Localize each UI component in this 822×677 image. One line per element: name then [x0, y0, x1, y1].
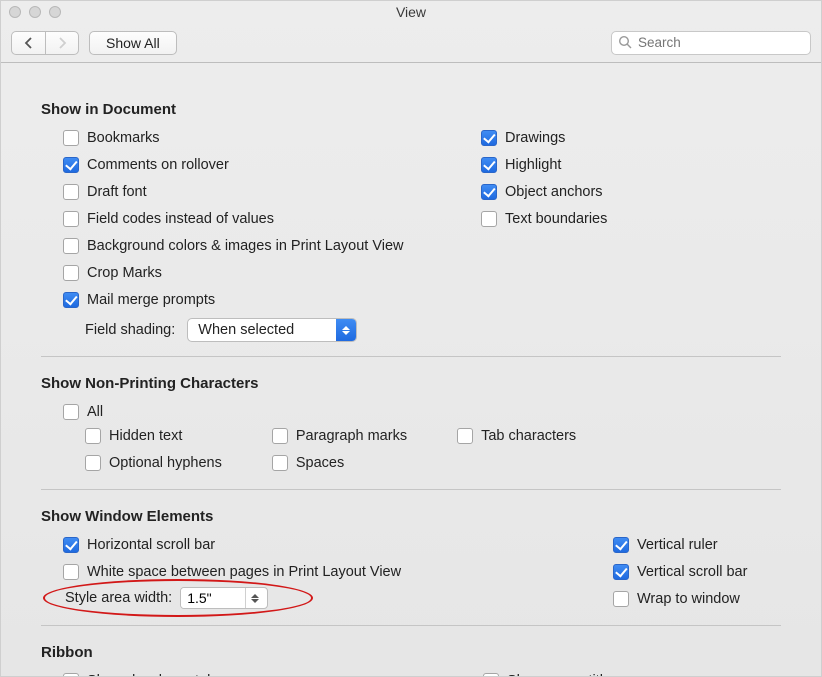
checkbox-spaces[interactable]: Spaces: [272, 451, 407, 475]
heading-ribbon: Ribbon: [41, 644, 781, 661]
style-area-input[interactable]: [181, 588, 245, 608]
checkbox-vertical-scroll[interactable]: Vertical scroll bar: [613, 560, 747, 584]
heading-nonprinting: Show Non-Printing Characters: [41, 375, 781, 392]
label: Bookmarks: [87, 126, 160, 150]
label: Object anchors: [505, 180, 603, 204]
search-field[interactable]: [611, 31, 811, 55]
label: Mail merge prompts: [87, 288, 215, 312]
stepper-arrows-icon[interactable]: [245, 588, 263, 608]
checkbox-draft-font[interactable]: Draft font: [63, 180, 433, 204]
back-button[interactable]: [11, 31, 45, 55]
checkbox-bookmarks[interactable]: Bookmarks: [63, 126, 433, 150]
content: Show in Document Bookmarks Comments on r…: [1, 63, 821, 677]
divider: [41, 625, 781, 626]
heading-window-elements: Show Window Elements: [41, 508, 781, 525]
traffic-lights: [9, 6, 61, 18]
style-area-label: Style area width:: [65, 590, 172, 606]
toolbar: Show All: [1, 23, 821, 63]
checkbox-all[interactable]: All: [63, 400, 781, 424]
label: Spaces: [296, 451, 344, 475]
divider: [41, 356, 781, 357]
style-area-stepper[interactable]: [180, 587, 268, 609]
checkbox-paragraph-marks[interactable]: Paragraph marks: [272, 424, 407, 448]
label: Paragraph marks: [296, 424, 407, 448]
label: All: [87, 400, 103, 424]
checkbox-comments-on-rollover[interactable]: Comments on rollover: [63, 153, 433, 177]
nav-group: [11, 31, 79, 55]
titlebar: View: [1, 1, 821, 23]
label: Crop Marks: [87, 261, 162, 285]
window-title: View: [1, 4, 821, 20]
label: Field codes instead of values: [87, 207, 274, 231]
field-shading-label: Field shading:: [85, 322, 175, 338]
label: Highlight: [505, 153, 561, 177]
forward-button[interactable]: [45, 31, 79, 55]
label: Comments on rollover: [87, 153, 229, 177]
label: Tab characters: [481, 424, 576, 448]
show-all-label: Show All: [106, 35, 160, 51]
checkbox-highlight[interactable]: Highlight: [481, 153, 607, 177]
checkbox-mail-merge[interactable]: Mail merge prompts: [63, 288, 433, 312]
chevron-left-icon: [24, 37, 33, 49]
divider: [41, 489, 781, 490]
label: Wrap to window: [637, 587, 740, 611]
checkbox-wrap-to-window[interactable]: Wrap to window: [613, 587, 747, 611]
label: Draft font: [87, 180, 147, 204]
show-all-button[interactable]: Show All: [89, 31, 177, 55]
select-arrows-icon: [336, 319, 356, 341]
checkbox-hidden-text[interactable]: Hidden text: [85, 424, 222, 448]
checkbox-bg-colors[interactable]: Background colors & images in Print Layo…: [63, 234, 433, 258]
label: Hidden text: [109, 424, 182, 448]
checkbox-whitespace-pages[interactable]: White space between pages in Print Layou…: [63, 560, 463, 584]
label: Optional hyphens: [109, 451, 222, 475]
checkbox-crop-marks[interactable]: Crop Marks: [63, 261, 433, 285]
label: Text boundaries: [505, 207, 607, 231]
style-area-row: Style area width:: [65, 587, 463, 609]
preferences-window: View Show All Show in Document Bookmark: [0, 0, 822, 677]
label: Horizontal scroll bar: [87, 533, 215, 557]
label: Drawings: [505, 126, 565, 150]
search-input[interactable]: [611, 31, 811, 55]
field-shading-select[interactable]: When selected: [187, 318, 357, 342]
label: Background colors & images in Print Layo…: [87, 234, 403, 258]
heading-show-in-document: Show in Document: [41, 101, 781, 118]
checkbox-tab-characters[interactable]: Tab characters: [457, 424, 576, 448]
minimize-icon[interactable]: [29, 6, 41, 18]
checkbox-show-group-titles[interactable]: Show group titles: [483, 669, 618, 677]
label: Show developer tab: [87, 669, 215, 677]
search-icon: [618, 35, 632, 53]
checkbox-optional-hyphens[interactable]: Optional hyphens: [85, 451, 222, 475]
checkbox-object-anchors[interactable]: Object anchors: [481, 180, 607, 204]
checkbox-drawings[interactable]: Drawings: [481, 126, 607, 150]
field-shading-value: When selected: [188, 322, 336, 338]
checkbox-text-boundaries[interactable]: Text boundaries: [481, 207, 607, 231]
close-icon[interactable]: [9, 6, 21, 18]
label: Vertical scroll bar: [637, 560, 747, 584]
label: Show group titles: [507, 669, 618, 677]
checkbox-show-developer-tab[interactable]: Show developer tab: [63, 669, 463, 677]
checkbox-horizontal-scroll[interactable]: Horizontal scroll bar: [63, 533, 463, 557]
zoom-icon[interactable]: [49, 6, 61, 18]
checkbox-field-codes[interactable]: Field codes instead of values: [63, 207, 433, 231]
chevron-right-icon: [58, 37, 67, 49]
label: White space between pages in Print Layou…: [87, 560, 401, 584]
checkbox-vertical-ruler[interactable]: Vertical ruler: [613, 533, 747, 557]
label: Vertical ruler: [637, 533, 718, 557]
